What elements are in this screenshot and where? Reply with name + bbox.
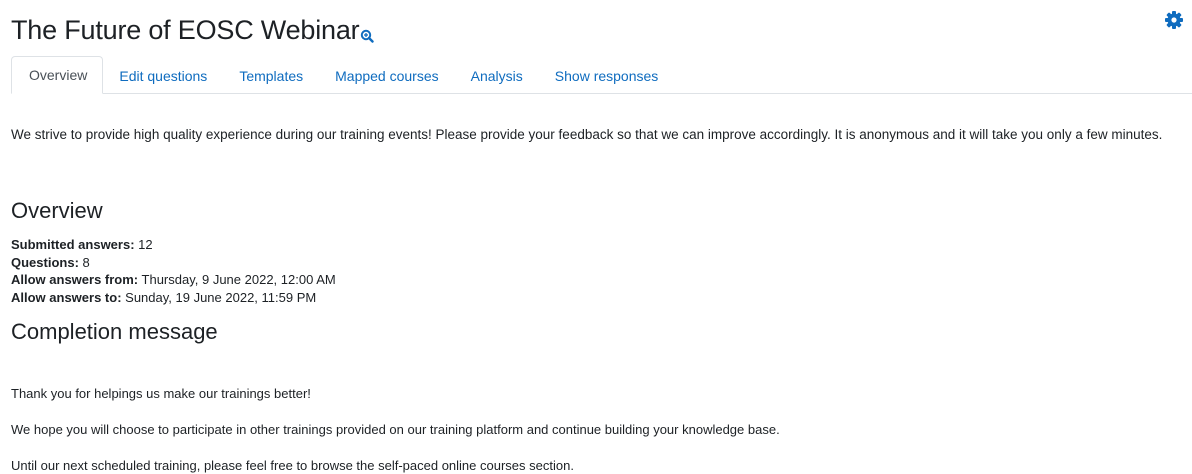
allow-to-row: Allow answers to: Sunday, 19 June 2022, … xyxy=(11,289,336,307)
questions-row: Questions: 8 xyxy=(11,254,336,272)
submitted-answers-row: Submitted answers: 12 xyxy=(11,236,336,254)
completion-heading: Completion message xyxy=(11,319,218,344)
tab-bar: Overview Edit questions Templates Mapped… xyxy=(11,56,1192,94)
completion-line: Thank you for helpings us make our train… xyxy=(11,386,311,401)
search-zoom-icon[interactable] xyxy=(360,29,375,43)
tab-templates[interactable]: Templates xyxy=(223,58,319,94)
page-title: The Future of EOSC Webinar xyxy=(11,15,360,45)
tab-analysis[interactable]: Analysis xyxy=(455,58,539,94)
overview-heading: Overview xyxy=(11,198,103,223)
completion-line: We hope you will choose to participate i… xyxy=(11,422,780,437)
tab-show-responses[interactable]: Show responses xyxy=(539,58,675,94)
submitted-answers-label: Submitted answers: xyxy=(11,237,135,252)
questions-value: 8 xyxy=(82,254,90,270)
tab-mapped-courses[interactable]: Mapped courses xyxy=(319,58,455,94)
allow-from-label: Allow answers from: xyxy=(11,272,139,287)
gear-icon[interactable] xyxy=(1164,10,1184,30)
allow-from-value: Thursday, 9 June 2022, 12:00 AM xyxy=(141,272,336,287)
title-row: The Future of EOSC Webinar xyxy=(11,14,375,46)
completion-line: Until our next scheduled training, pleas… xyxy=(11,458,574,473)
tab-overview[interactable]: Overview xyxy=(11,56,104,94)
submitted-answers-value: 12 xyxy=(138,237,153,252)
overview-details: Submitted answers: 12 Questions: 8 Allow… xyxy=(11,236,336,306)
questions-label: Questions: xyxy=(11,254,79,270)
allow-from-row: Allow answers from: Thursday, 9 June 202… xyxy=(11,271,336,289)
intro-text: We strive to provide high quality experi… xyxy=(11,127,1163,142)
allow-to-value: Sunday, 19 June 2022, 11:59 PM xyxy=(125,289,317,305)
page: The Future of EOSC Webinar Overview Edit… xyxy=(0,0,1192,474)
tab-edit-questions[interactable]: Edit questions xyxy=(103,58,223,94)
allow-to-label: Allow answers to: xyxy=(11,289,122,305)
